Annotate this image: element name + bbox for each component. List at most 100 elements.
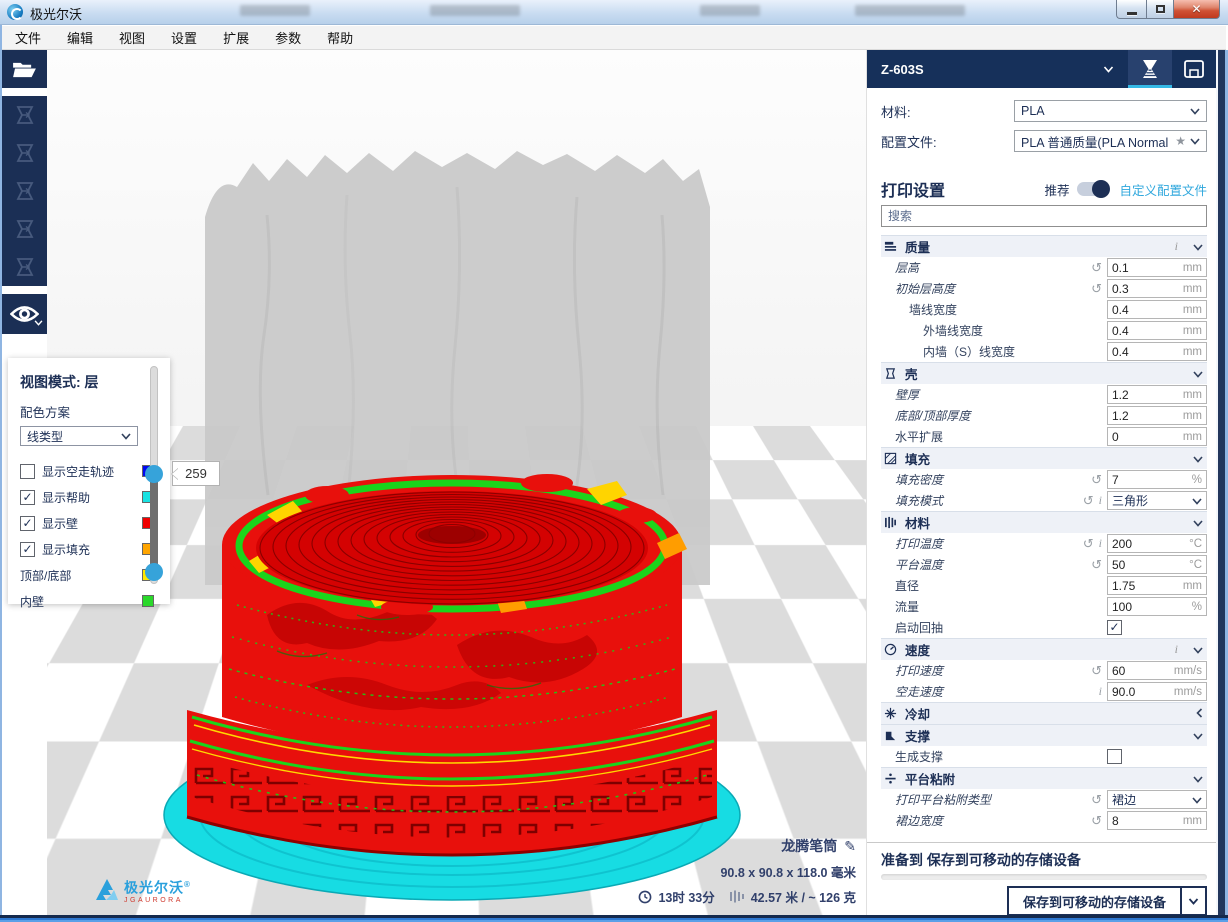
legend-label: 显示帮助 <box>42 489 142 506</box>
setting-value-input[interactable] <box>1112 388 1167 402</box>
legend-label: 显示空走轨迹 <box>42 463 142 480</box>
close-button[interactable]: ✕ <box>1174 0 1220 19</box>
per-model-settings-button[interactable] <box>2 248 47 286</box>
revert-icon[interactable]: ↺ <box>1091 557 1102 573</box>
chevron-down-icon[interactable] <box>1193 770 1203 788</box>
info-icon[interactable]: i <box>1099 493 1102 508</box>
setting-value-input[interactable] <box>1112 579 1167 593</box>
slider-lower-handle[interactable] <box>145 563 163 581</box>
menu-item-6[interactable]: 参数 <box>262 25 314 50</box>
view-mode-button[interactable] <box>2 294 47 334</box>
open-file-button[interactable] <box>2 50 47 88</box>
chevron-down-icon[interactable] <box>1193 365 1203 383</box>
menu-item-1[interactable]: 文件 <box>2 25 54 50</box>
chevron-down-icon[interactable] <box>1193 238 1203 256</box>
slice-status-text: 准备到 保存到可移动的存储设备 <box>881 850 1081 870</box>
section-header-support[interactable]: 支撑 <box>881 724 1207 746</box>
setting-select[interactable]: 三角形 <box>1107 491 1207 510</box>
revert-icon[interactable]: ↺ <box>1083 536 1094 552</box>
scale-tool-button[interactable] <box>2 134 47 172</box>
title-bar[interactable]: 极光尔沃 ✕ <box>0 0 1228 25</box>
info-icon[interactable]: i <box>1175 239 1178 254</box>
minimize-button[interactable] <box>1116 0 1146 19</box>
setting-value-input[interactable] <box>1112 282 1167 296</box>
save-to-removable-button[interactable]: 保存到可移动的存储设备 <box>1007 886 1182 916</box>
revert-icon[interactable]: ↺ <box>1091 813 1102 829</box>
revert-icon[interactable]: ↺ <box>1091 281 1102 297</box>
section-header-adhesion[interactable]: 平台粘附 <box>881 767 1207 789</box>
section-title: 质量 <box>905 237 1168 256</box>
setting-value-input[interactable] <box>1112 345 1167 359</box>
setting-value-input[interactable] <box>1112 664 1167 678</box>
setting-value-input[interactable] <box>1112 814 1167 828</box>
setting-value-input[interactable] <box>1112 261 1167 275</box>
setting-value-input[interactable] <box>1112 324 1167 338</box>
setting-checkbox[interactable] <box>1107 749 1122 764</box>
maximize-button[interactable] <box>1146 0 1174 19</box>
tab-prepare-slice[interactable] <box>1128 50 1172 88</box>
recommended-custom-toggle[interactable] <box>1077 182 1109 196</box>
chevron-down-icon[interactable] <box>1193 514 1203 532</box>
info-icon[interactable]: i <box>1175 642 1178 657</box>
mirror-tool-button[interactable] <box>2 210 47 248</box>
chevron-down-icon <box>1188 898 1199 905</box>
revert-icon[interactable]: ↺ <box>1091 472 1102 488</box>
tab-monitor[interactable] <box>1172 50 1216 88</box>
rename-model-button[interactable]: ✎ <box>844 838 856 855</box>
profile-select[interactable]: PLA 普通质量(PLA Normal Qua ★ <box>1014 130 1207 152</box>
setting-value-input[interactable] <box>1112 430 1167 444</box>
setting-value-box: mm <box>1107 279 1207 298</box>
info-icon[interactable]: i <box>1099 684 1102 699</box>
menu-item-7[interactable]: 帮助 <box>314 25 366 50</box>
section-header-quality[interactable]: 质量 i <box>881 235 1207 257</box>
setting-value-input[interactable] <box>1112 303 1167 317</box>
chevron-down-icon[interactable] <box>1193 727 1203 745</box>
chevron-down-icon[interactable] <box>1103 60 1114 78</box>
menu-item-4[interactable]: 设置 <box>158 25 210 50</box>
section-header-infill[interactable]: 填充 <box>881 447 1207 469</box>
section-header-speed[interactable]: 速度i <box>881 638 1207 660</box>
printer-icon <box>1183 58 1205 80</box>
revert-icon[interactable]: ↺ <box>1091 260 1102 276</box>
sliced-model-preview[interactable] <box>157 145 777 916</box>
chevron-left-icon[interactable] <box>1196 705 1203 723</box>
section-header-shell[interactable]: 壳 <box>881 362 1207 384</box>
move-tool-button[interactable] <box>2 96 47 134</box>
revert-icon[interactable]: ↺ <box>1091 663 1102 679</box>
custom-profile-link[interactable]: 自定义配置文件 <box>1119 180 1207 199</box>
infill-icon <box>883 452 898 465</box>
rotate-tool-button[interactable] <box>2 172 47 210</box>
layer-range-slider[interactable] <box>144 366 164 584</box>
legend-checkbox[interactable] <box>20 464 35 479</box>
setting-select[interactable]: 裙边 <box>1107 790 1207 809</box>
printer-selector[interactable]: Z-603S <box>881 62 1103 77</box>
section-header-cooling[interactable]: 冷却 <box>881 702 1207 724</box>
menu-item-2[interactable]: 编辑 <box>54 25 106 50</box>
setting-value-input[interactable] <box>1112 685 1167 699</box>
save-options-dropdown[interactable] <box>1181 886 1207 916</box>
legend-checkbox[interactable]: ✓ <box>20 490 35 505</box>
menu-item-3[interactable]: 视图 <box>106 25 158 50</box>
setting-value-input[interactable] <box>1112 600 1167 614</box>
chevron-down-icon[interactable] <box>1193 450 1203 468</box>
menu-item-5[interactable]: 扩展 <box>210 25 262 50</box>
setting-value-input[interactable] <box>1112 558 1167 572</box>
setting-value-input[interactable] <box>1112 409 1167 423</box>
slider-range[interactable] <box>150 474 158 572</box>
setting-value-input[interactable] <box>1112 537 1167 551</box>
chevron-down-icon[interactable] <box>1193 641 1203 659</box>
legend-checkbox[interactable]: ✓ <box>20 516 35 531</box>
section-header-material[interactable]: 材料 <box>881 511 1207 533</box>
revert-icon[interactable]: ↺ <box>1091 792 1102 808</box>
revert-icon[interactable]: ↺ <box>1083 493 1094 509</box>
setting-checkbox[interactable]: ✓ <box>1107 620 1122 635</box>
search-input[interactable] <box>882 206 1206 226</box>
color-scheme-select[interactable]: 线类型 <box>20 426 138 446</box>
info-icon[interactable]: i <box>1099 536 1102 551</box>
setting-value-input[interactable] <box>1112 473 1167 487</box>
material-select[interactable]: PLA <box>1014 100 1207 122</box>
setting-value-box: % <box>1107 597 1207 616</box>
app-window: 极光尔沃 ✕ 文件编辑视图设置扩展参数帮助 <box>0 0 1228 922</box>
slider-upper-handle[interactable] <box>145 465 163 483</box>
legend-checkbox[interactable]: ✓ <box>20 542 35 557</box>
